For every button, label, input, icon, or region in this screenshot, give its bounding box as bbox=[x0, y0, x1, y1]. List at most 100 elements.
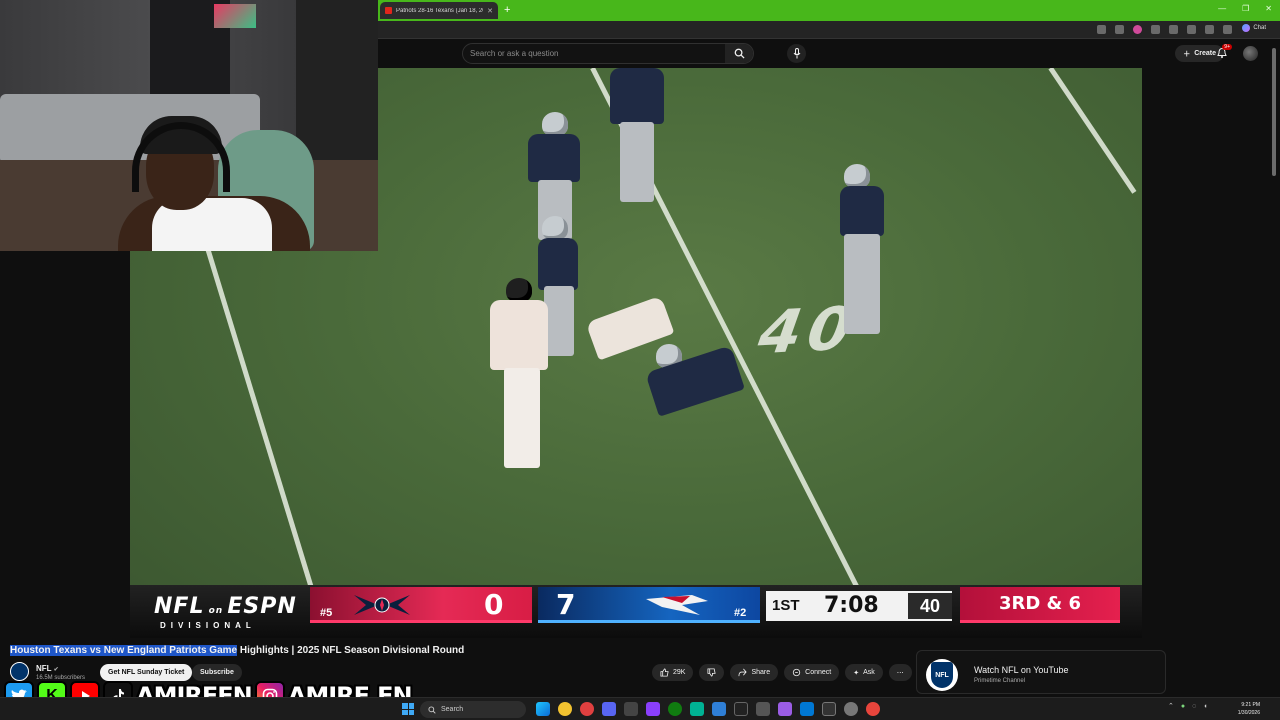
discord-icon[interactable] bbox=[602, 702, 616, 716]
search-box bbox=[462, 43, 754, 64]
helmet bbox=[542, 216, 568, 240]
new-tab-button[interactable]: + bbox=[504, 3, 510, 17]
like-button[interactable]: 29K bbox=[652, 664, 694, 681]
verified-icon: ✔ bbox=[53, 667, 59, 673]
subscribe-button[interactable]: Subscribe bbox=[192, 664, 242, 681]
ask-button[interactable]: ✦ Ask bbox=[845, 664, 883, 681]
tab-search-icon[interactable] bbox=[1097, 25, 1106, 34]
more-actions-button[interactable]: ⋯ bbox=[888, 664, 912, 681]
extension-icons bbox=[1097, 25, 1232, 34]
sunday-ticket-button[interactable]: Get NFL Sunday Ticket bbox=[100, 664, 193, 681]
channel-avatar[interactable] bbox=[10, 662, 29, 681]
profile-icon[interactable] bbox=[1205, 25, 1214, 34]
chat-button[interactable]: Chat bbox=[1242, 24, 1266, 32]
thumbs-down-icon bbox=[707, 668, 717, 677]
nfl-favicon-icon bbox=[385, 7, 392, 14]
app-icon[interactable] bbox=[690, 702, 704, 716]
jersey bbox=[840, 186, 884, 236]
taskbar-clock[interactable]: 9:21 PM 1/30/2026 bbox=[1222, 701, 1260, 717]
network-icon[interactable]: ◌ bbox=[1192, 703, 1196, 710]
volume-icon[interactable]: ◖ bbox=[1203, 703, 1207, 710]
browser-tab[interactable]: Patriots 28-16 Texans (Jan 18, 2026) Gam… bbox=[380, 2, 498, 19]
sparkle-icon: ✦ bbox=[853, 669, 860, 677]
helmet bbox=[506, 278, 532, 302]
microphone-icon[interactable]: ● bbox=[1181, 703, 1185, 710]
maximize-icon[interactable]: ❐ bbox=[1242, 4, 1249, 13]
app-icon[interactable] bbox=[734, 702, 748, 716]
chevron-up-icon[interactable]: ⌃ bbox=[1168, 702, 1174, 710]
scorebug: NFL on ESPN DIVISIONAL #5 0 7 #2 1ST 7:0… bbox=[130, 585, 1142, 638]
webcam-poster bbox=[214, 4, 256, 28]
webcam-door bbox=[296, 0, 378, 170]
voice-search-button[interactable] bbox=[787, 44, 806, 63]
microphone-icon bbox=[793, 48, 800, 59]
jersey bbox=[490, 300, 548, 370]
close-icon[interactable]: ✕ bbox=[487, 7, 493, 15]
xbox-icon[interactable] bbox=[668, 702, 682, 716]
game-clock-panel: 1ST 7:08 40 bbox=[766, 591, 952, 621]
home-team-panel: #5 0 bbox=[310, 587, 532, 623]
promo-subtitle: Primetime Channel bbox=[974, 678, 1026, 684]
helmet bbox=[844, 164, 870, 188]
extension-icon[interactable] bbox=[1133, 25, 1142, 34]
home-seed: #5 bbox=[320, 607, 333, 619]
window-controls: — ❐ ✕ bbox=[1218, 4, 1272, 13]
clock-time: 9:21 PM bbox=[1241, 702, 1260, 708]
connect-button[interactable]: Connect bbox=[784, 664, 840, 681]
obs-icon[interactable] bbox=[580, 702, 594, 716]
account-avatar[interactable] bbox=[1243, 46, 1258, 61]
chat-label: Chat bbox=[1253, 25, 1266, 31]
away-seed: #2 bbox=[734, 607, 747, 619]
app-icon[interactable] bbox=[756, 702, 770, 716]
taskbar-search-label: Search bbox=[441, 706, 464, 713]
pants bbox=[620, 122, 654, 202]
patriots-logo-icon bbox=[646, 595, 708, 615]
windows-start-icon[interactable] bbox=[402, 703, 414, 715]
more-icon[interactable] bbox=[1223, 25, 1232, 34]
home-score: 0 bbox=[484, 588, 504, 621]
away-team-panel: 7 #2 bbox=[538, 587, 760, 623]
chrome-icon[interactable] bbox=[866, 702, 880, 716]
twitch-icon[interactable] bbox=[646, 702, 660, 716]
favorites-icon[interactable] bbox=[1187, 25, 1196, 34]
texans-logo-icon bbox=[354, 595, 410, 615]
extension-icon[interactable] bbox=[1169, 25, 1178, 34]
app-icon[interactable] bbox=[712, 702, 726, 716]
pants bbox=[544, 286, 574, 356]
taskbar-search[interactable]: Search bbox=[420, 701, 526, 718]
create-label: Create bbox=[1194, 50, 1216, 57]
close-window-icon[interactable]: ✕ bbox=[1265, 4, 1272, 13]
search-input[interactable] bbox=[463, 44, 713, 63]
search-button[interactable] bbox=[725, 44, 753, 63]
minimize-icon[interactable]: — bbox=[1218, 4, 1226, 13]
round-label: DIVISIONAL bbox=[160, 621, 256, 630]
primetime-promo[interactable]: NFL Watch NFL on YouTube Primetime Chann… bbox=[916, 650, 1166, 694]
video-title: Houston Texans vs New England Patriots G… bbox=[10, 645, 464, 656]
video-actions: 29K Share Connect ✦ Ask ⋯ bbox=[652, 664, 912, 681]
share-button[interactable]: Share bbox=[730, 664, 779, 681]
webcam-overlay bbox=[0, 0, 378, 251]
channel-name[interactable]: NFL ✔ bbox=[36, 664, 59, 673]
app-icon[interactable] bbox=[822, 702, 836, 716]
edge-icon[interactable] bbox=[536, 702, 550, 716]
share-icon bbox=[738, 668, 748, 677]
chrome-icon[interactable] bbox=[558, 702, 572, 716]
dislike-button[interactable] bbox=[699, 664, 725, 681]
helmet bbox=[542, 112, 568, 136]
right-sidebar bbox=[1142, 68, 1280, 638]
video-title-rest: Highlights | 2025 NFL Season Divisional … bbox=[237, 645, 465, 656]
game-clock: 7:08 bbox=[824, 593, 879, 618]
jersey bbox=[538, 238, 578, 290]
bookmark-star-icon[interactable] bbox=[1115, 25, 1124, 34]
calculator-icon[interactable] bbox=[624, 702, 638, 716]
pants bbox=[504, 368, 540, 468]
page-scrollbar[interactable] bbox=[1272, 48, 1276, 176]
settings-icon[interactable] bbox=[844, 702, 858, 716]
vpn-icon[interactable] bbox=[778, 702, 792, 716]
clock-date: 1/30/2026 bbox=[1237, 710, 1260, 716]
photos-icon[interactable] bbox=[800, 702, 814, 716]
copilot-icon bbox=[1242, 24, 1251, 32]
like-count: 29K bbox=[673, 669, 686, 676]
network-logo: NFL on ESPN bbox=[154, 594, 297, 619]
refresh-icon[interactable] bbox=[1151, 25, 1160, 34]
